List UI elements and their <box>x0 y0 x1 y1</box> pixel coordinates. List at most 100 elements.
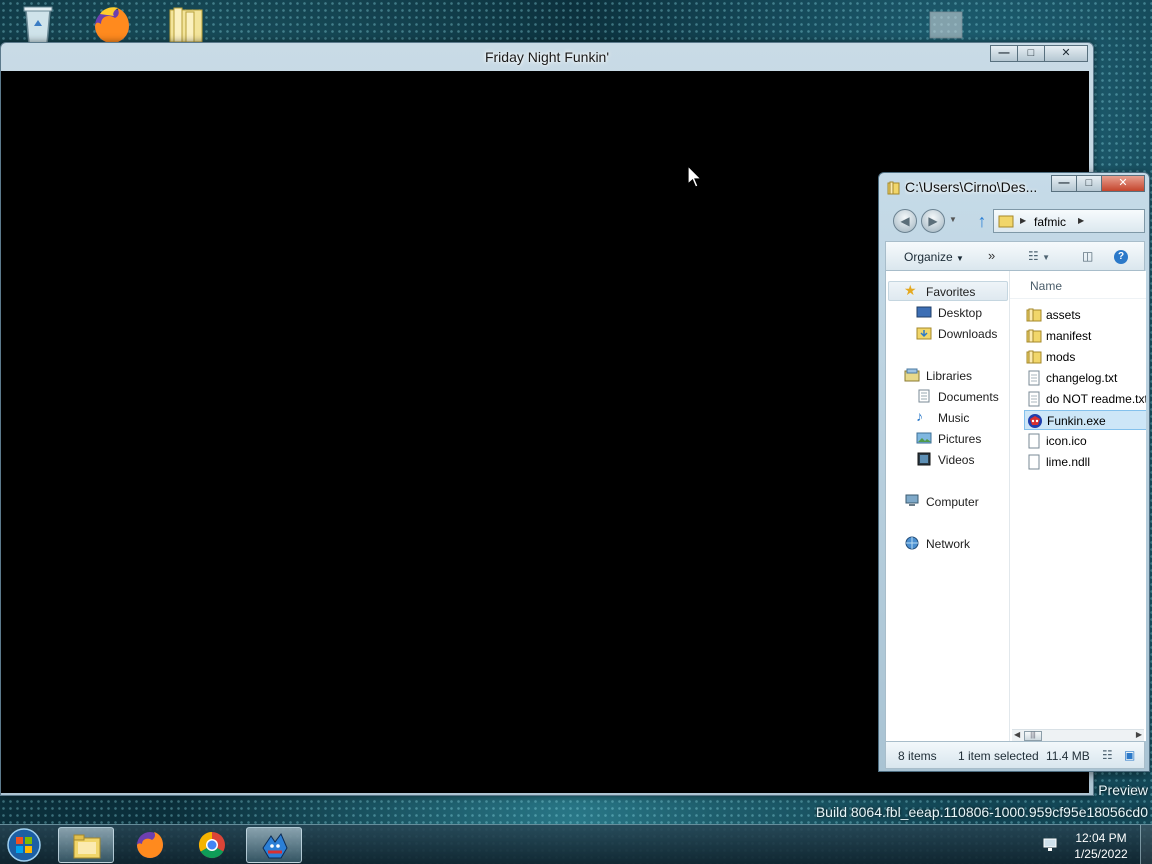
chrome-icon <box>198 831 225 859</box>
breadcrumb-arrow-icon[interactable]: ▶ <box>1078 216 1084 225</box>
navigation-bar: ◀ ▶ ▼ ↑ ▶ fafmic ▶ <box>889 207 1145 235</box>
file-item[interactable]: icon.ico <box>1024 431 1146 451</box>
folder-icon <box>887 181 900 195</box>
explorer-window[interactable]: C:\Users\Cirno\Des... — □ ✕ ◀ ▶ ▼ ↑ ▶ fa… <box>878 172 1150 772</box>
status-size: 11.4 MB <box>1046 749 1090 763</box>
downloads-icon <box>916 327 932 340</box>
explorer-body: ★ Favorites Desktop Downloads Libraries … <box>885 271 1146 741</box>
funkin-icon <box>262 833 288 859</box>
maximize-button[interactable]: □ <box>1076 175 1102 192</box>
network-tray-icon[interactable] <box>1042 837 1058 853</box>
nav-label: Favorites <box>926 285 976 299</box>
show-desktop-button[interactable] <box>1140 825 1152 864</box>
scroll-right-icon[interactable]: ▶ <box>1136 730 1142 739</box>
nav-label: Downloads <box>938 327 998 341</box>
scrollbar-thumb[interactable]: ||| <box>1024 731 1042 741</box>
file-item[interactable]: assets <box>1024 305 1146 325</box>
videos-icon <box>917 452 931 466</box>
text-file-icon <box>1028 370 1040 386</box>
minimize-button[interactable]: — <box>1051 175 1077 192</box>
network-icon <box>905 536 919 550</box>
maximize-button[interactable]: □ <box>1017 45 1045 62</box>
nav-label: Documents <box>938 390 999 404</box>
scroll-left-icon[interactable]: ◀ <box>1014 730 1020 739</box>
taskbar: 12:04 PM 1/25/2022 <box>0 824 1152 864</box>
firefox-icon <box>137 832 163 858</box>
column-header: Name <box>1010 271 1146 299</box>
file-name: assets <box>1046 308 1081 322</box>
nav-label: Pictures <box>938 432 982 446</box>
preview-pane-icon[interactable]: ◫ <box>1082 249 1093 263</box>
nav-label: Network <box>926 537 971 551</box>
forward-arrow-icon: ▶ <box>928 214 938 228</box>
close-button[interactable]: ✕ <box>1101 175 1145 192</box>
nav-label: Desktop <box>938 306 983 320</box>
command-toolbar: Organize ▼ » ☷ ▼ ◫ ? <box>885 241 1145 271</box>
large-icons-view-icon[interactable]: ▣ <box>1124 748 1135 762</box>
navigation-pane: ★ Favorites Desktop Downloads Libraries … <box>886 271 1010 741</box>
file-item[interactable]: manifest <box>1024 326 1146 346</box>
funkin-exe-icon <box>1028 414 1042 428</box>
up-folder-button[interactable]: ↑ <box>973 211 991 231</box>
documents-icon <box>918 389 930 403</box>
nav-label: Libraries <box>926 369 973 383</box>
explorer-window-controls: — □ ✕ <box>1051 175 1145 192</box>
taskbar-explorer[interactable] <box>58 827 114 863</box>
game-window-title: Friday Night Funkin' <box>484 49 610 65</box>
file-name: mods <box>1046 350 1076 364</box>
file-name: icon.ico <box>1046 434 1087 448</box>
view-options-icon[interactable]: ☷ ▼ <box>1028 249 1050 263</box>
details-view-icon[interactable]: ☷ <box>1102 748 1113 762</box>
blank-file-icon <box>1028 454 1040 470</box>
address-bar[interactable]: ▶ fafmic ▶ <box>993 209 1145 233</box>
mouse-cursor-icon <box>687 165 703 188</box>
up-arrow-icon: ↑ <box>977 211 987 231</box>
nav-label: Computer <box>926 495 979 509</box>
file-explorer-icon <box>73 834 101 859</box>
folder-icon <box>1026 308 1042 322</box>
watermark-preview: Preview <box>1098 782 1148 798</box>
taskbar-clock[interactable]: 12:04 PM 1/25/2022 <box>1068 830 1134 862</box>
column-header-name[interactable]: Name <box>1030 279 1062 293</box>
libraries-icon <box>904 368 920 382</box>
taskbar-chrome[interactable] <box>184 827 240 863</box>
address-segment[interactable]: fafmic <box>1034 215 1066 229</box>
forward-button[interactable]: ▶ <box>921 209 945 233</box>
folder-icon <box>998 215 1014 228</box>
horizontal-scrollbar[interactable]: ◀ ||| ▶ <box>1012 729 1144 741</box>
file-item[interactable]: mods <box>1024 347 1146 367</box>
folder-desktop-icon[interactable] <box>164 4 208 46</box>
taskbar-firefox[interactable] <box>122 827 178 863</box>
pictures-icon <box>916 432 932 444</box>
game-window-controls: — □ ✕ <box>990 45 1088 62</box>
file-item[interactable]: lime.ndll <box>1024 452 1146 472</box>
file-name: do NOT readme.txt <box>1046 392 1146 406</box>
start-button[interactable] <box>4 827 44 863</box>
minimize-button[interactable]: — <box>990 45 1018 62</box>
nav-label: Videos <box>938 453 975 467</box>
file-list: Name assets manifest mods changelog.txt … <box>1010 271 1146 741</box>
file-item[interactable]: changelog.txt <box>1024 368 1146 388</box>
folder-icon <box>1026 350 1042 364</box>
desktop-icon-faded[interactable] <box>924 4 968 46</box>
clock-time: 12:04 PM <box>1075 831 1127 845</box>
more-commands-button[interactable]: » <box>988 248 995 263</box>
recycle-bin-icon[interactable] <box>16 4 60 46</box>
help-icon[interactable]: ? <box>1114 250 1128 264</box>
close-button[interactable]: ✕ <box>1044 45 1088 62</box>
breadcrumb-arrow-icon[interactable]: ▶ <box>1020 216 1026 225</box>
taskbar-funkin[interactable] <box>246 827 302 863</box>
status-bar: 8 items 1 item selected 11.4 MB ☷ ▣ <box>885 741 1145 769</box>
folder-icon <box>1026 329 1042 343</box>
status-item-count: 8 items <box>898 749 937 763</box>
recent-pages-dropdown-icon[interactable]: ▼ <box>949 215 957 224</box>
music-icon: ♪ <box>916 408 923 424</box>
file-item-selected[interactable]: Funkin.exe <box>1024 410 1146 430</box>
file-name: lime.ndll <box>1046 455 1091 469</box>
back-button[interactable]: ◀ <box>893 209 917 233</box>
watermark-build: Build 8064.fbl_eeap.110806-1000.959cf95e… <box>815 804 1148 820</box>
explorer-title: C:\Users\Cirno\Des... <box>905 179 1038 195</box>
firefox-desktop-icon[interactable] <box>90 4 134 46</box>
file-item[interactable]: do NOT readme.txt <box>1024 389 1146 409</box>
organize-button[interactable]: Organize ▼ <box>904 250 964 264</box>
